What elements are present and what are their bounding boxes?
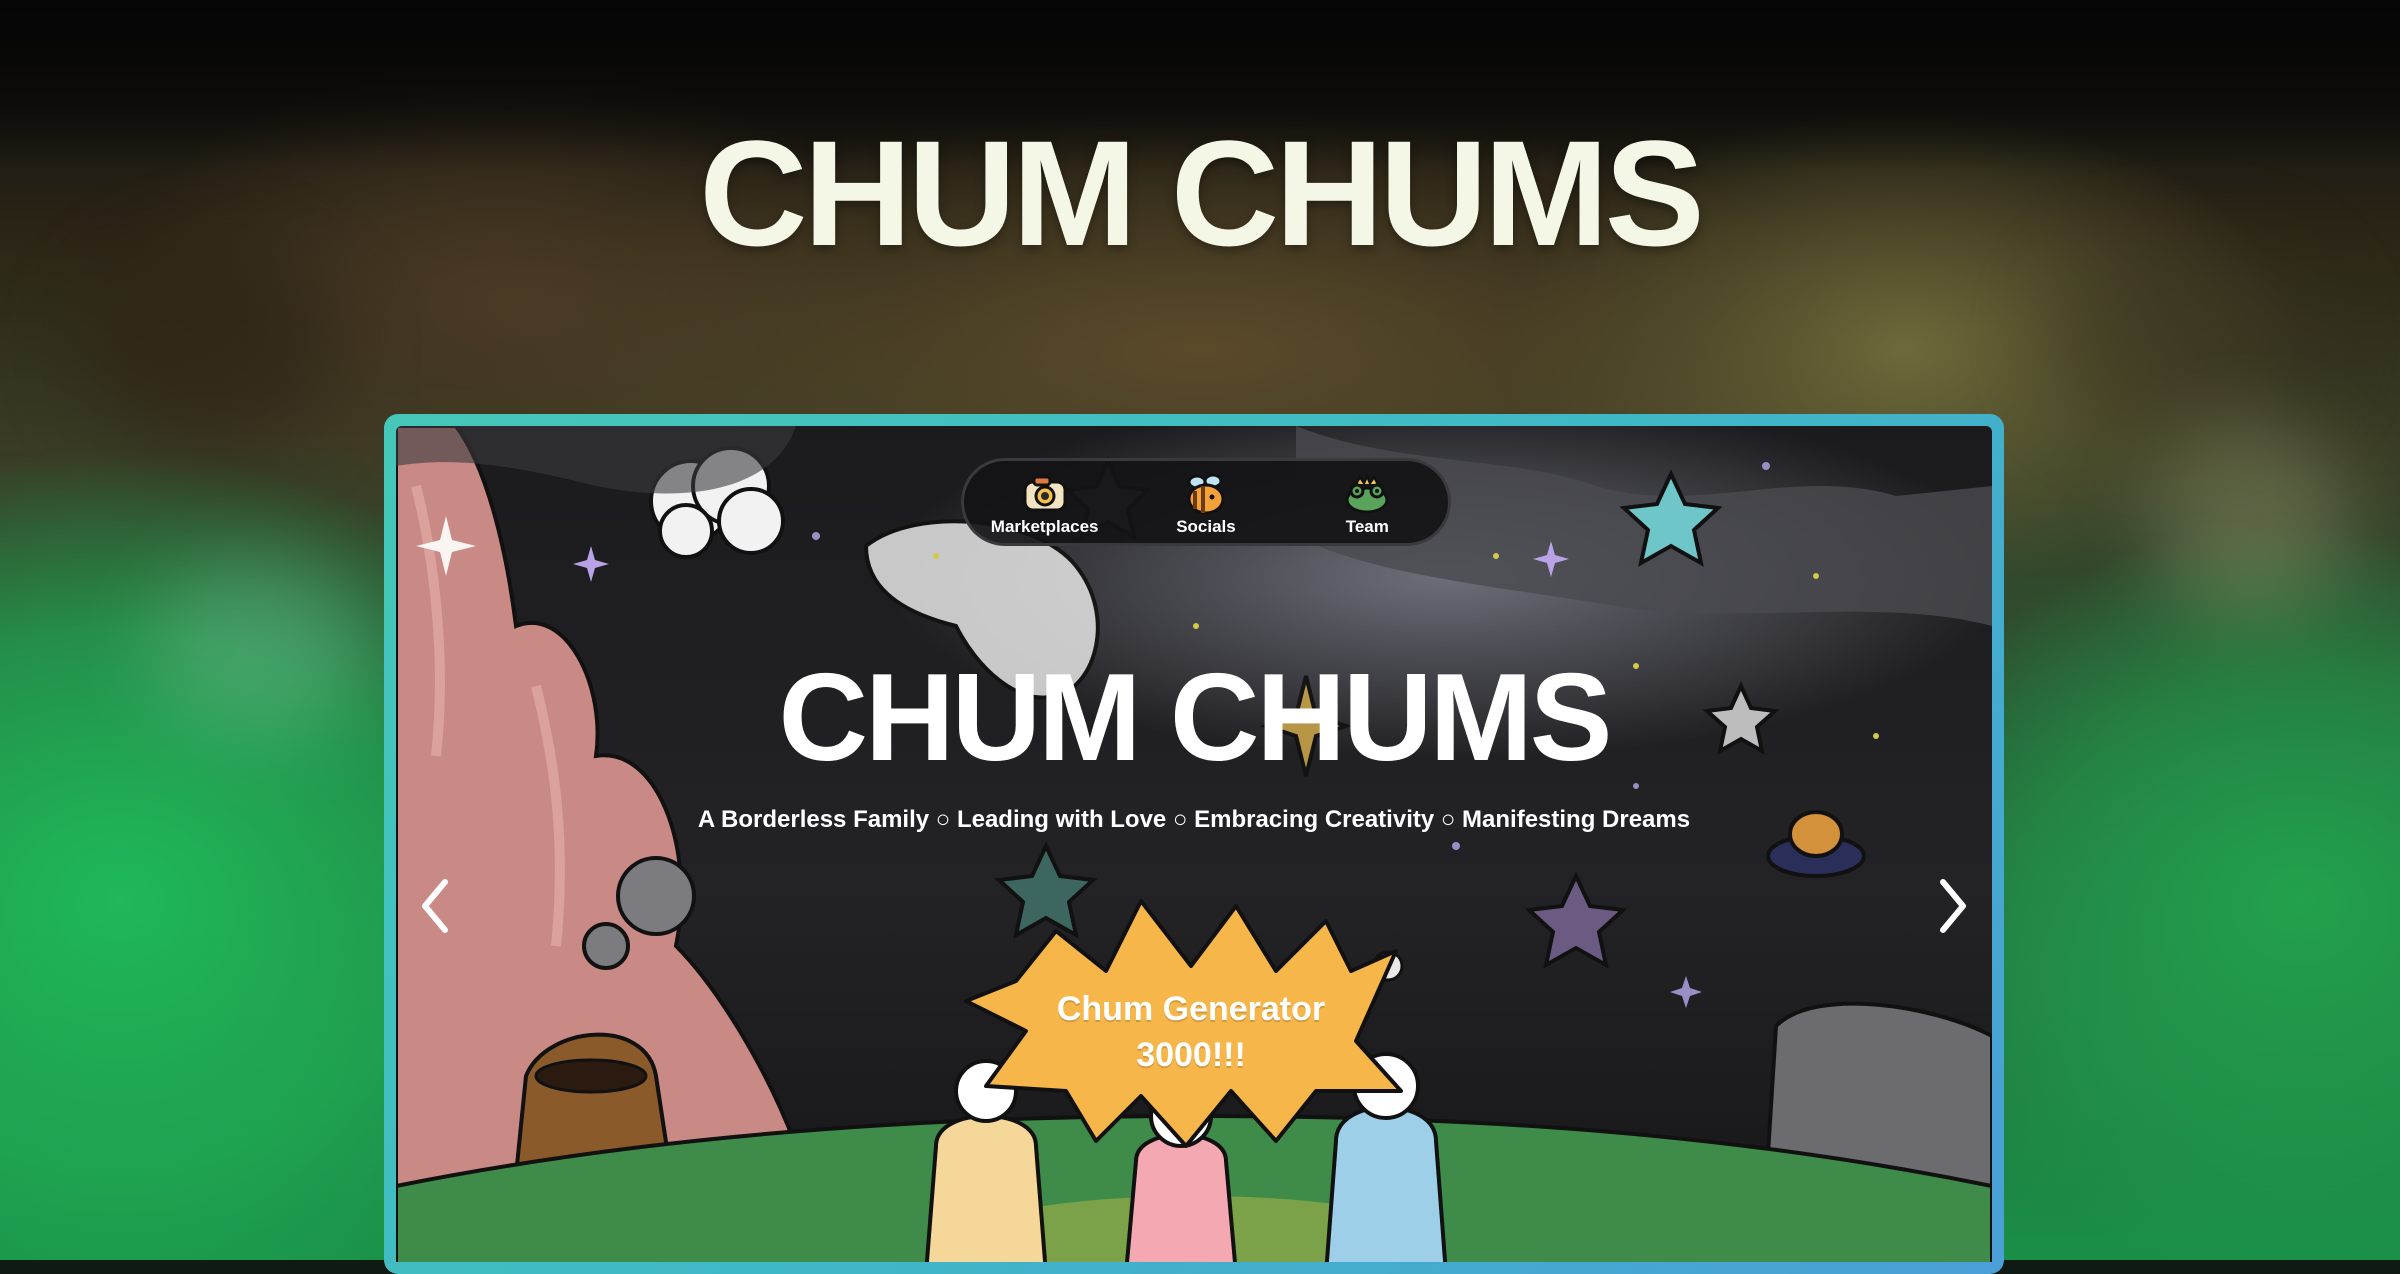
nav-label-marketplaces: Marketplaces [990, 517, 1099, 536]
website-screen: Marketplaces Socials Team CHUM CHUMS A B… [396, 426, 1992, 1262]
frog-icon [1340, 473, 1394, 515]
generator-label-line2: 3000!!! [1136, 1036, 1246, 1074]
chum-generator-button[interactable]: Chum Generator 3000!!! [956, 891, 1426, 1151]
chevron-right-icon [1940, 879, 1966, 933]
nav-item-team[interactable]: Team [1297, 473, 1437, 537]
camera-icon [1018, 473, 1072, 515]
website-preview-frame: Marketplaces Socials Team CHUM CHUMS A B… [384, 414, 2004, 1274]
site-navigation: Marketplaces Socials Team [961, 458, 1451, 546]
hero-tagline: A Borderless Family ○ Leading with Love … [697, 806, 1691, 833]
nav-label-team: Team [1345, 517, 1389, 536]
carousel-next-button[interactable] [1928, 866, 1978, 946]
generator-label: Chum Generator 3000!!! [956, 986, 1426, 1078]
nav-item-marketplaces[interactable]: Marketplaces [975, 473, 1115, 537]
chevron-left-icon [422, 879, 448, 933]
nav-item-socials[interactable]: Socials [1136, 473, 1276, 537]
nav-label-socials: Socials [1176, 517, 1236, 536]
generator-label-line1: Chum Generator [1056, 990, 1326, 1028]
page-title: CHUM CHUMS [699, 109, 1705, 277]
carousel-prev-button[interactable] [410, 866, 460, 946]
hero-title: CHUM CHUMS [778, 649, 1612, 787]
bee-icon [1179, 473, 1233, 515]
